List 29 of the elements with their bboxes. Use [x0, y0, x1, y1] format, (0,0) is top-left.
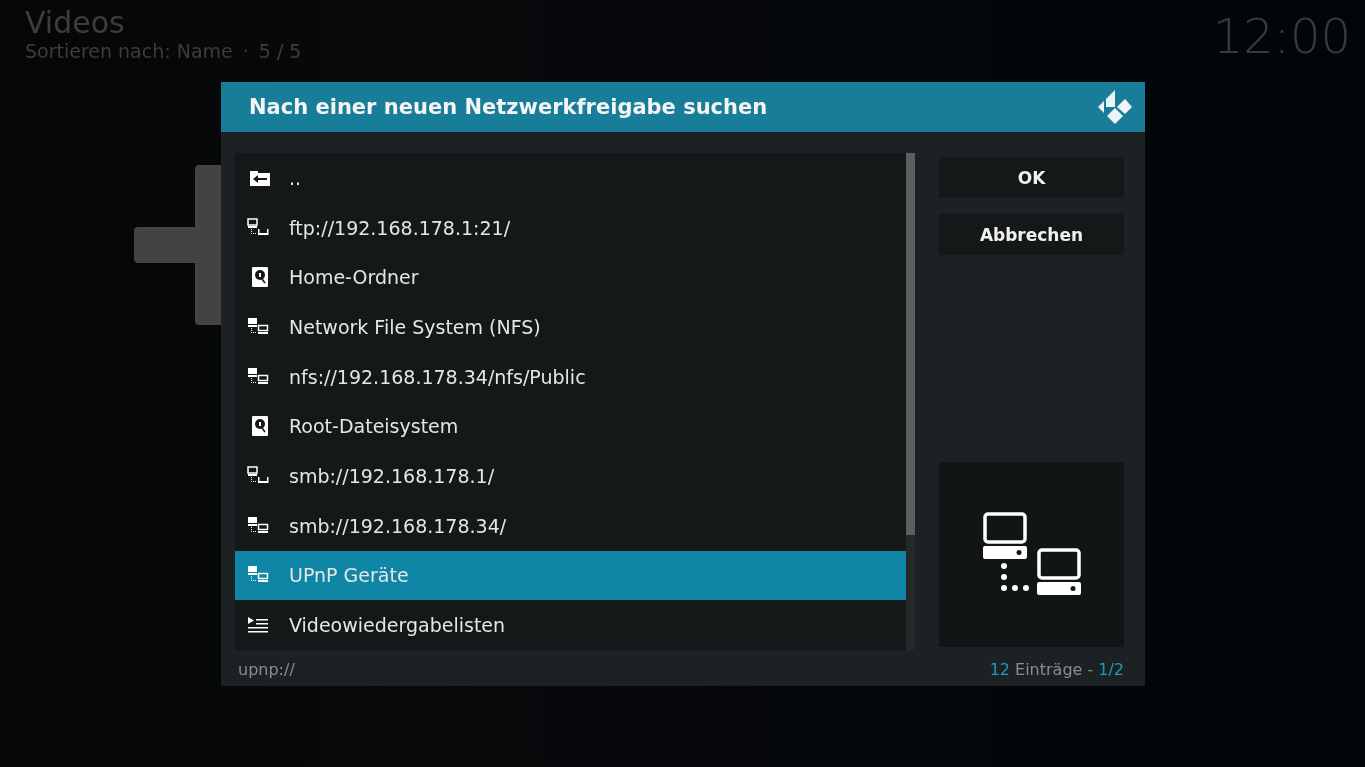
- sort-label: Sortieren nach: Name: [25, 40, 233, 62]
- network-computers-icon: [982, 511, 1081, 598]
- current-path: upnp://: [238, 660, 295, 679]
- network-icon: [247, 515, 269, 536]
- network-icon: [247, 316, 269, 337]
- list-item[interactable]: Home-Ordner: [235, 252, 906, 303]
- page-title: Videos: [25, 6, 126, 40]
- network-icon: [247, 217, 269, 238]
- list-item[interactable]: nfs://192.168.178.34/nfs/Public: [235, 351, 906, 402]
- dialog-title: Nach einer neuen Netzwerkfreigabe suchen: [249, 95, 768, 119]
- scrollbar[interactable]: [906, 153, 915, 650]
- list-item[interactable]: smb://192.168.178.1/: [235, 451, 906, 501]
- list-item[interactable]: smb://192.168.178.34/: [235, 500, 906, 551]
- playlist-icon: [247, 615, 269, 636]
- list-item[interactable]: Root-Dateisystem: [235, 401, 906, 452]
- diamond-logo-icon: [1097, 89, 1133, 125]
- scrollbar-thumb[interactable]: [906, 153, 915, 535]
- list-item[interactable]: Videowiedergabelisten: [235, 600, 906, 651]
- list-item[interactable]: Network File System (NFS): [235, 302, 906, 352]
- entry-count: 12: [989, 660, 1011, 679]
- entries-label: Einträge -: [1015, 660, 1094, 679]
- separator-dot: ·: [242, 40, 249, 62]
- network-icon: [247, 366, 269, 387]
- dialog-button[interactable]: OK: [939, 157, 1124, 198]
- page-indicator: 1/2: [1098, 660, 1124, 679]
- clock: 12:00: [1212, 7, 1351, 66]
- list-item[interactable]: ftp://192.168.178.1:21/: [235, 202, 906, 253]
- list-item[interactable]: ..: [235, 153, 906, 203]
- dialog-button[interactable]: Abbrechen: [939, 214, 1124, 255]
